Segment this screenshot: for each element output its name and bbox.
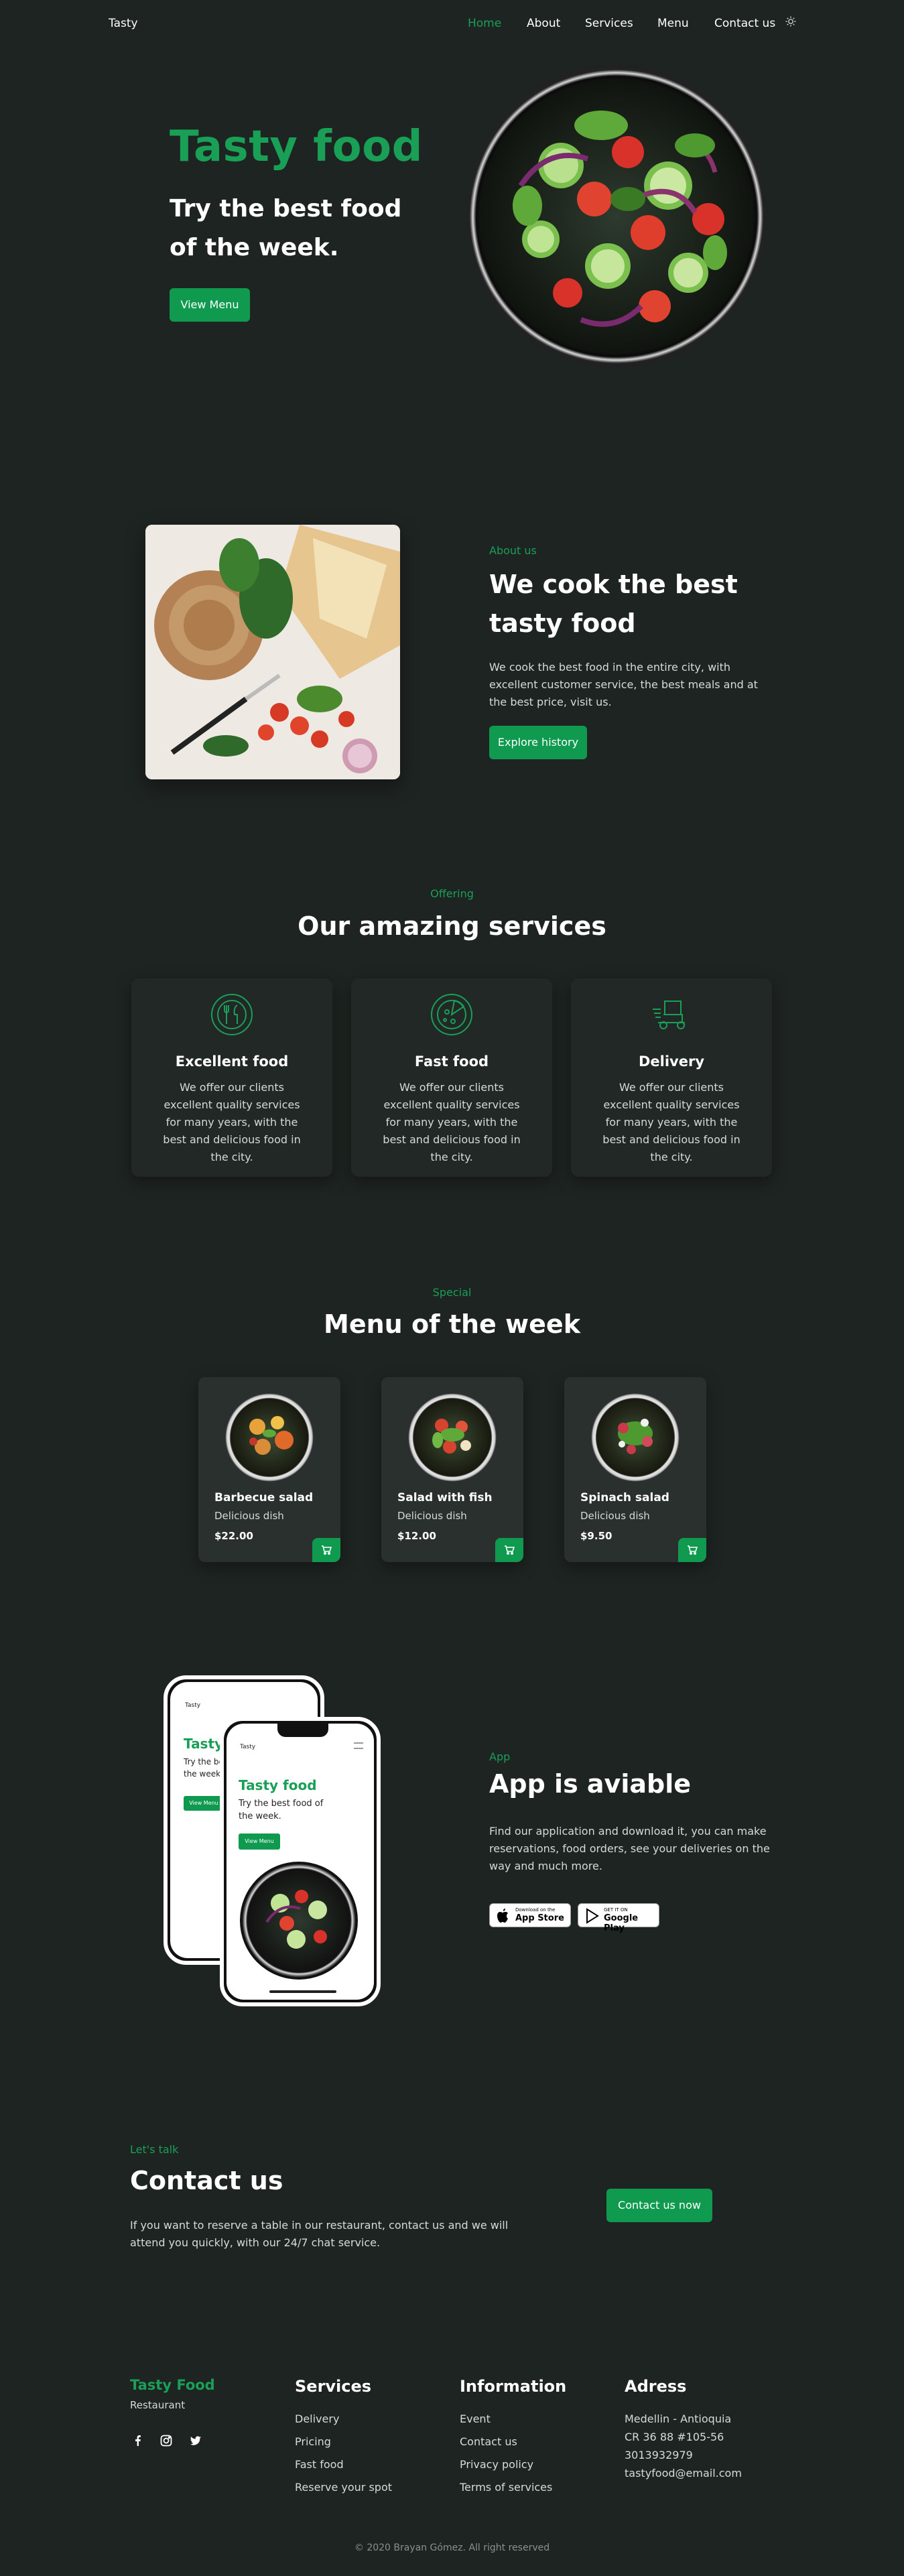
hero-salad-image [467, 65, 766, 368]
footer-information-title: Information [460, 2377, 567, 2396]
footer-address-title: Adress [625, 2377, 687, 2396]
footer-brand-subtitle: Restaurant [130, 2399, 186, 2411]
phone-subtitle: Try the best food of the week. [239, 1799, 324, 1821]
phone-button: View Menu [239, 1833, 280, 1850]
footer-link-event[interactable]: Event [460, 2412, 491, 2425]
footer-link-reserve[interactable]: Reserve your spot [295, 2481, 392, 2494]
delivery-scooter-icon [650, 993, 693, 1036]
contact-title: Contact us [130, 2166, 283, 2195]
nav-contact[interactable]: Contact us [714, 17, 775, 30]
service-title: Fast food [414, 1053, 489, 1070]
dish-image [408, 1393, 497, 1482]
about-title: We cook the best tasty food [489, 570, 738, 638]
menu-tag: Special [432, 1286, 472, 1299]
dish-price: $12.00 [397, 1530, 436, 1542]
logo[interactable]: Tasty [109, 17, 138, 30]
explore-history-button[interactable]: Explore history [489, 726, 587, 759]
dish-price: $22.00 [214, 1530, 253, 1542]
menu-title: Menu of the week [324, 1309, 580, 1339]
copyright: © 2020 Brayan Gómez. All right reserved [354, 2542, 550, 2553]
footer-brand[interactable]: Tasty Food [130, 2377, 215, 2393]
google-play-button[interactable]: GET IT ON Google Play [578, 1903, 659, 1933]
nav-about[interactable]: About [527, 17, 560, 30]
service-title: Delivery [638, 1053, 705, 1070]
menu-card: Barbecue salad Delicious dish $22.00 [198, 1377, 340, 1562]
dish-image [591, 1393, 680, 1482]
plate-cutlery-icon [210, 993, 253, 1036]
dish-price: $9.50 [580, 1530, 612, 1542]
footer-link-delivery[interactable]: Delivery [295, 2412, 339, 2425]
dish-name: Spinach salad [580, 1491, 669, 1504]
instagram-icon[interactable] [159, 2434, 174, 2449]
services-tag: Offering [430, 887, 474, 900]
footer-address-city: Medellin - Antioquia [625, 2412, 732, 2425]
dish-subtitle: Delicious dish [214, 1510, 284, 1522]
app-description: Find our application and download it, yo… [489, 1825, 770, 1872]
contact-us-button[interactable]: Contact us now [606, 2189, 712, 2222]
footer-address-street: CR 36 88 #105-56 [625, 2431, 724, 2443]
service-title: Excellent food [175, 1053, 289, 1070]
nav-services[interactable]: Services [585, 17, 633, 30]
app-tag: App [489, 1750, 511, 1763]
nav-home[interactable]: Home [468, 17, 501, 30]
service-card: Delivery We offer our clients excellent … [571, 978, 772, 1177]
hero-title: Tasty food [170, 122, 423, 172]
about-description: We cook the best food in the entire city… [489, 661, 758, 708]
hero-subtitle: Try the best food of the week. [170, 195, 402, 261]
service-card: Excellent food We offer our clients exce… [131, 978, 332, 1177]
app-store-button[interactable]: Download on the App Store [489, 1903, 571, 1927]
contact-tag: Let's talk [130, 2143, 179, 2156]
phone-logo: Tasty [185, 1702, 201, 1709]
phone-mockup-front: Tasty Tasty food Try the best food of th… [220, 1717, 381, 2006]
footer-link-fast-food[interactable]: Fast food [295, 2458, 344, 2471]
service-description: We offer our clients excellent quality s… [383, 1081, 521, 1163]
add-to-cart-button[interactable] [312, 1538, 340, 1562]
app-store-small-text: Download on the [515, 1907, 556, 1913]
footer-link-terms[interactable]: Terms of services [460, 2481, 552, 2494]
phone-title: Tasty food [239, 1777, 317, 1793]
service-description: We offer our clients excellent quality s… [163, 1081, 301, 1163]
play-icon [585, 1908, 600, 1924]
add-to-cart-button[interactable] [678, 1538, 706, 1562]
phone-menu-icon [354, 1742, 363, 1749]
facebook-icon[interactable] [131, 2434, 146, 2449]
app-store-label: App Store [515, 1913, 564, 1923]
app-title: App is aviable [489, 1769, 691, 1799]
menu-card: Spinach salad Delicious dish $9.50 [564, 1377, 706, 1562]
dish-subtitle: Delicious dish [580, 1510, 650, 1522]
about-tag: About us [489, 544, 537, 557]
phone-salad-image [240, 1862, 358, 1980]
footer-link-contact[interactable]: Contact us [460, 2435, 517, 2448]
nav-menu[interactable]: Menu [657, 17, 689, 30]
footer-address-phone: 3013932979 [625, 2449, 693, 2461]
contact-description: If you want to reserve a table in our re… [130, 2219, 509, 2249]
dish-image [225, 1393, 314, 1482]
google-play-label: Google Play [604, 1913, 639, 1933]
dish-name: Salad with fish [397, 1491, 493, 1504]
footer-link-pricing[interactable]: Pricing [295, 2435, 331, 2448]
header: Tasty Home About Services Menu Contact u… [0, 0, 904, 48]
dish-subtitle: Delicious dish [397, 1510, 467, 1522]
dish-name: Barbecue salad [214, 1491, 314, 1504]
pizza-icon [430, 993, 473, 1036]
menu-card: Salad with fish Delicious dish $12.00 [381, 1377, 523, 1562]
services-title: Our amazing services [298, 911, 606, 941]
phone-button: View Menu [184, 1796, 224, 1811]
view-menu-button[interactable]: View Menu [170, 288, 250, 322]
phone-logo: Tasty [240, 1744, 256, 1750]
footer-services-title: Services [295, 2377, 372, 2396]
google-play-small-text: GET IT ON [604, 1907, 628, 1913]
apple-icon [497, 1908, 511, 1924]
twitter-icon[interactable] [189, 2434, 204, 2449]
service-card: Fast food We offer our clients excellent… [351, 978, 552, 1177]
moon-icon[interactable] [785, 16, 797, 28]
add-to-cart-button[interactable] [495, 1538, 523, 1562]
footer-address-email: tastyfood@email.com [625, 2467, 742, 2480]
about-image [145, 525, 400, 779]
service-description: We offer our clients excellent quality s… [602, 1081, 740, 1163]
footer-link-privacy[interactable]: Privacy policy [460, 2458, 533, 2471]
